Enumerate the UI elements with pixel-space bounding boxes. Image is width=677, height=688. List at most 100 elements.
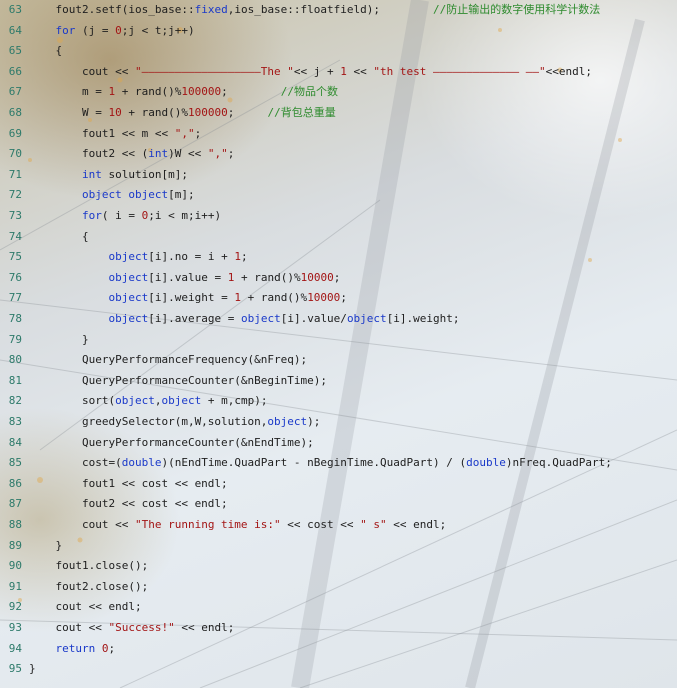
code-text[interactable]: object object[m]; — [29, 185, 195, 206]
code-text[interactable]: } — [29, 536, 62, 557]
code-token: )(nEndTime.QuadPart - nBeginTime.QuadPar… — [161, 456, 467, 470]
code-text[interactable]: for( i = 0;i < m;i++) — [29, 206, 221, 227]
code-token: ;i < m;i++) — [148, 209, 222, 222]
code-text[interactable]: cout << "——————————————————The "<< j + 1… — [29, 62, 592, 83]
code-line[interactable]: 74 { — [0, 227, 677, 248]
code-line[interactable]: 84 QueryPerformanceCounter(&nEndTime); — [0, 433, 677, 454]
code-line[interactable]: 95} — [0, 659, 677, 680]
code-line[interactable]: 64 for (j = 0;j < t;j++) — [0, 21, 677, 42]
code-token: for — [81, 209, 102, 222]
code-token: [m]; — [168, 188, 195, 202]
code-text[interactable]: } — [29, 659, 36, 680]
code-token: 100000 — [181, 85, 222, 99]
code-token: object — [108, 291, 149, 305]
code-line[interactable]: 90 fout1.close(); — [0, 556, 677, 577]
code-line[interactable]: 87 fout2 << cost << endl; — [0, 494, 677, 515]
code-text[interactable]: int solution[m]; — [29, 165, 188, 186]
code-line[interactable]: 86 fout1 << cost << endl; — [0, 474, 677, 495]
code-line[interactable]: 82 sort(object,object + m,cmp); — [0, 391, 677, 412]
code-token: )nFreq.QuadPart; — [505, 456, 612, 470]
code-line[interactable]: 68 W = 10 + rand()%100000; //背包总重量 — [0, 103, 677, 124]
code-lines[interactable]: 63 fout2.setf(ios_base::fixed,ios_base::… — [0, 0, 677, 688]
code-text[interactable]: { — [29, 227, 89, 248]
code-text[interactable]: object[i].average = object[i].value/obje… — [29, 309, 459, 330]
code-line[interactable]: 63 fout2.setf(ios_base::fixed,ios_base::… — [0, 0, 677, 21]
code-text[interactable]: QueryPerformanceCounter(&nBeginTime); — [29, 371, 327, 392]
code-token: << cost << — [280, 518, 361, 531]
code-token: fout2.setf(ios_base:: — [29, 3, 195, 16]
code-token: "," — [174, 126, 195, 140]
code-text[interactable]: greedySelector(m,W,solution,object); — [29, 412, 320, 433]
code-line[interactable]: 94 return 0; — [0, 639, 677, 660]
code-text[interactable]: object[i].value = 1 + rand()%10000; — [29, 268, 340, 289]
code-token: object — [346, 312, 387, 325]
code-editor[interactable]: 63 fout2.setf(ios_base::fixed,ios_base::… — [0, 0, 677, 688]
code-text[interactable]: for (j = 0;j < t;j++) — [29, 21, 195, 42]
line-number: 72 — [8, 188, 22, 202]
code-line[interactable]: 73 for( i = 0;i < m;i++) — [0, 206, 677, 227]
code-line[interactable]: 76 object[i].value = 1 + rand()%10000; — [0, 268, 677, 289]
code-line[interactable]: 92 cout << endl; — [0, 597, 677, 618]
code-text[interactable]: object[i].no = i + 1; — [29, 247, 247, 268]
line-number: 65 — [8, 44, 22, 58]
code-line[interactable]: 72 object object[m]; — [0, 185, 677, 206]
code-text[interactable]: fout2.setf(ios_base::fixed,ios_base::flo… — [29, 0, 600, 21]
code-text[interactable]: QueryPerformanceFrequency(&nFreq); — [29, 350, 307, 371]
code-token: (j = — [75, 23, 116, 37]
code-text[interactable]: fout1 << m << ","; — [29, 124, 201, 145]
code-token: } — [29, 332, 89, 346]
code-token: "Success!" — [108, 621, 175, 634]
code-token: 1 — [234, 250, 241, 264]
code-text[interactable]: fout2 << (int)W << ","; — [29, 144, 234, 165]
code-token: for — [55, 23, 76, 37]
code-text[interactable]: fout2.close(); — [29, 577, 148, 598]
code-token: [i].average = — [148, 312, 241, 325]
code-line[interactable]: 67 m = 1 + rand()%100000; //物品个数 — [0, 82, 677, 103]
code-token: //物品个数 — [280, 85, 338, 99]
code-text[interactable]: return 0; — [29, 639, 116, 660]
code-line[interactable]: 91 fout2.close(); — [0, 577, 677, 598]
code-line[interactable]: 78 object[i].average = object[i].value/o… — [0, 309, 677, 330]
code-token: 1 — [340, 64, 347, 78]
code-token: ; — [227, 106, 268, 119]
code-line[interactable]: 81 QueryPerformanceCounter(&nBeginTime); — [0, 371, 677, 392]
code-line[interactable]: 75 object[i].no = i + 1; — [0, 247, 677, 268]
code-text[interactable]: cost=(double)(nEndTime.QuadPart - nBegin… — [29, 453, 612, 474]
line-number: 75 — [8, 250, 22, 264]
code-text[interactable]: sort(object,object + m,cmp); — [29, 391, 267, 412]
code-line[interactable]: 71 int solution[m]; — [0, 165, 677, 186]
code-text[interactable]: cout << "The running time is:" << cost <… — [29, 515, 446, 536]
code-line[interactable]: 65 { — [0, 41, 677, 62]
code-line[interactable]: 70 fout2 << (int)W << ","; — [0, 144, 677, 165]
code-line[interactable]: 89 } — [0, 536, 677, 557]
code-token: "——————————————————The " — [134, 64, 294, 78]
code-line[interactable]: 88 cout << "The running time is:" << cos… — [0, 515, 677, 536]
code-text[interactable]: fout1.close(); — [29, 556, 148, 577]
code-line[interactable]: 83 greedySelector(m,W,solution,object); — [0, 412, 677, 433]
code-token: 0 — [115, 23, 122, 37]
code-text[interactable]: fout2 << cost << endl; — [29, 494, 228, 515]
code-text[interactable]: W = 10 + rand()%100000; //背包总重量 — [29, 103, 336, 124]
code-token: [i].no = i + — [148, 250, 235, 264]
code-line[interactable]: 77 object[i].weight = 1 + rand()%10000; — [0, 288, 677, 309]
code-text[interactable]: object[i].weight = 1 + rand()%10000; — [29, 288, 346, 309]
code-text[interactable]: cout << "Success!" << endl; — [29, 618, 234, 639]
code-token: << endl; — [174, 621, 235, 634]
code-text[interactable]: cout << endl; — [29, 597, 141, 618]
code-line[interactable]: 79 } — [0, 330, 677, 351]
code-line[interactable]: 66 cout << "——————————————————The "<< j … — [0, 62, 677, 83]
code-text[interactable]: { — [29, 41, 62, 62]
code-text[interactable]: } — [29, 330, 89, 351]
code-text[interactable]: m = 1 + rand()%100000; //物品个数 — [29, 82, 338, 103]
code-text[interactable]: QueryPerformanceCounter(&nEndTime); — [29, 433, 314, 454]
code-token: QueryPerformanceFrequency(&nFreq); — [29, 353, 308, 367]
code-line[interactable]: 85 cost=(double)(nEndTime.QuadPart - nBe… — [0, 453, 677, 474]
code-line[interactable]: 93 cout << "Success!" << endl; — [0, 618, 677, 639]
code-line[interactable]: 69 fout1 << m << ","; — [0, 124, 677, 145]
code-line[interactable]: 80 QueryPerformanceFrequency(&nFreq); — [0, 350, 677, 371]
code-text[interactable]: fout1 << cost << endl; — [29, 474, 228, 495]
code-token: //防止输出的数字使用科学计数法 — [433, 3, 601, 16]
code-token: 0 — [101, 641, 109, 655]
line-number: 79 — [8, 332, 22, 346]
